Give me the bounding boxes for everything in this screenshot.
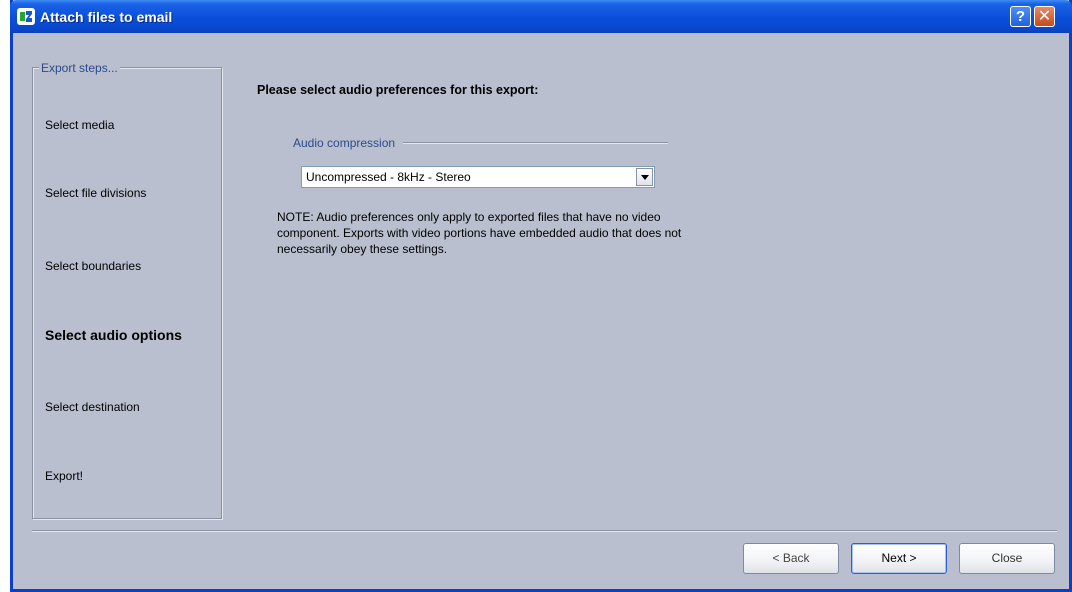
app-logo-icon — [17, 8, 35, 25]
window-close-button[interactable]: ✕ — [1034, 6, 1055, 27]
step-select-boundaries: Select boundaries — [45, 259, 142, 273]
step-select-media: Select media — [45, 118, 115, 132]
close-button[interactable]: Close — [959, 543, 1055, 574]
step-select-audio-options: Select audio options — [45, 327, 182, 343]
step-select-destination: Select destination — [45, 400, 140, 414]
page-title: Please select audio preferences for this… — [257, 83, 539, 97]
export-dialog: Attach files to email ? ✕ Export steps..… — [10, 0, 1072, 592]
audio-compression-group-divider — [403, 142, 668, 144]
dropdown-button[interactable] — [636, 168, 653, 186]
close-icon: ✕ — [1037, 8, 1052, 25]
back-button[interactable]: < Back — [743, 543, 839, 574]
step-export: Export! — [45, 469, 84, 483]
next-button[interactable]: Next > — [851, 543, 947, 574]
export-steps-panel — [32, 67, 222, 519]
step-select-file-divisions: Select file divisions — [45, 186, 147, 200]
audio-compression-value: Uncompressed - 8kHz - Stereo — [306, 170, 471, 184]
window-title: Attach files to email — [40, 9, 173, 25]
export-steps-legend: Export steps... — [39, 61, 120, 75]
footer-divider — [32, 530, 1057, 532]
audio-note-text: NOTE: Audio preferences only apply to ex… — [277, 210, 682, 256]
chevron-down-icon — [641, 175, 649, 180]
title-bar[interactable]: Attach files to email ? ✕ — [10, 0, 1072, 33]
help-button[interactable]: ? — [1010, 6, 1031, 27]
audio-compression-select[interactable]: Uncompressed - 8kHz - Stereo — [301, 166, 655, 188]
help-icon: ? — [1015, 8, 1026, 25]
audio-compression-label: Audio compression — [293, 136, 398, 150]
